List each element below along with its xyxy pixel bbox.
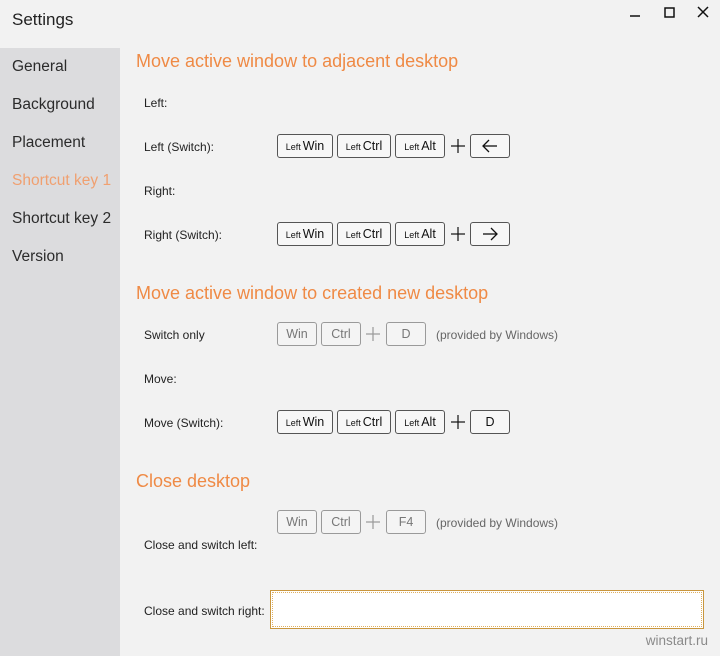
plus-icon <box>451 227 465 241</box>
sidebar-item-shortcut-key-2[interactable]: Shortcut key 2 <box>12 210 111 228</box>
key-win: Win <box>277 510 317 534</box>
watermark: winstart.ru <box>645 633 708 648</box>
key-label: Ctrl <box>362 139 383 153</box>
key-prefix: Left <box>404 230 420 240</box>
minimize-button[interactable] <box>620 4 650 24</box>
section-title-new-desktop: Move active window to created new deskto… <box>136 283 489 303</box>
plus-icon <box>451 139 465 153</box>
key-prefix: Left <box>345 418 361 428</box>
sidebar-item-placement[interactable]: Placement <box>12 134 85 152</box>
key-label: Alt <box>421 415 436 429</box>
key-label: Ctrl <box>362 415 383 429</box>
key-label: Ctrl <box>362 227 383 241</box>
key-arrow-left[interactable] <box>470 134 510 158</box>
move-switch-label: Move (Switch): <box>144 416 224 430</box>
plus-icon <box>366 515 380 529</box>
key-left-win[interactable]: Left Win <box>277 134 333 158</box>
sidebar-item-shortcut-key-1[interactable]: Shortcut key 1 <box>12 172 111 190</box>
window-title: Settings <box>12 10 74 29</box>
key-f4: F4 <box>386 510 426 534</box>
right-label: Right: <box>144 184 176 198</box>
plus-icon <box>451 415 465 429</box>
key-left-alt[interactable]: Left Alt <box>395 410 445 434</box>
arrow-left-icon <box>482 139 497 153</box>
sidebar-item-general[interactable]: General <box>12 58 67 76</box>
key-prefix: Left <box>345 230 361 240</box>
key-left-win[interactable]: Left Win <box>277 410 333 434</box>
key-left-alt[interactable]: Left Alt <box>395 134 445 158</box>
left-label: Left: <box>144 96 168 110</box>
key-left-ctrl[interactable]: Left Ctrl <box>337 222 391 246</box>
title-bar: Settings <box>0 0 720 44</box>
switch-only-label: Switch only <box>144 328 205 342</box>
key-prefix: Left <box>404 142 420 152</box>
right-switch-label: Right (Switch): <box>144 228 223 242</box>
key-left-ctrl[interactable]: Left Ctrl <box>337 410 391 434</box>
minimize-icon <box>630 15 640 17</box>
key-label: Alt <box>421 139 436 153</box>
key-left-alt[interactable]: Left Alt <box>395 222 445 246</box>
key-label: Win <box>302 227 325 241</box>
key-win: Win <box>277 322 317 346</box>
key-prefix: Left <box>404 418 420 428</box>
key-ctrl: Ctrl <box>321 322 361 346</box>
key-prefix: Left <box>285 142 301 152</box>
key-prefix: Left <box>345 142 361 152</box>
key-label: Win <box>302 139 325 153</box>
sidebar-item-background[interactable]: Background <box>12 96 95 114</box>
close-button[interactable] <box>688 4 718 24</box>
key-d[interactable]: D <box>470 410 510 434</box>
key-arrow-right[interactable] <box>470 222 510 246</box>
plus-icon <box>366 327 380 341</box>
left-switch-label: Left (Switch): <box>144 140 215 154</box>
maximize-icon <box>664 7 675 18</box>
maximize-button[interactable] <box>654 4 684 24</box>
key-prefix: Left <box>285 418 301 428</box>
close-switch-right-label: Close and switch right: <box>144 604 265 618</box>
provided-by-windows-note: (provided by Windows) <box>436 328 559 342</box>
close-switch-right-shortcut-input[interactable] <box>270 590 704 629</box>
close-icon <box>697 6 709 18</box>
section-title-close-desktop: Close desktop <box>136 471 251 491</box>
arrow-right-icon <box>483 227 498 241</box>
section-title-adjacent: Move active window to adjacent desktop <box>136 51 459 71</box>
key-ctrl: Ctrl <box>321 510 361 534</box>
settings-content: Move active window to adjacent desktop L… <box>120 48 720 656</box>
sidebar-item-version[interactable]: Version <box>12 248 64 266</box>
key-label: Win <box>302 415 325 429</box>
move-label: Move: <box>144 372 177 386</box>
key-d: D <box>386 322 426 346</box>
key-label: Alt <box>421 227 436 241</box>
close-switch-left-label: Close and switch left: <box>144 538 258 552</box>
key-left-ctrl[interactable]: Left Ctrl <box>337 134 391 158</box>
key-prefix: Left <box>285 230 301 240</box>
key-left-win[interactable]: Left Win <box>277 222 333 246</box>
sidebar: General Background Placement Shortcut ke… <box>0 48 120 656</box>
provided-by-windows-note: (provided by Windows) <box>436 516 559 530</box>
